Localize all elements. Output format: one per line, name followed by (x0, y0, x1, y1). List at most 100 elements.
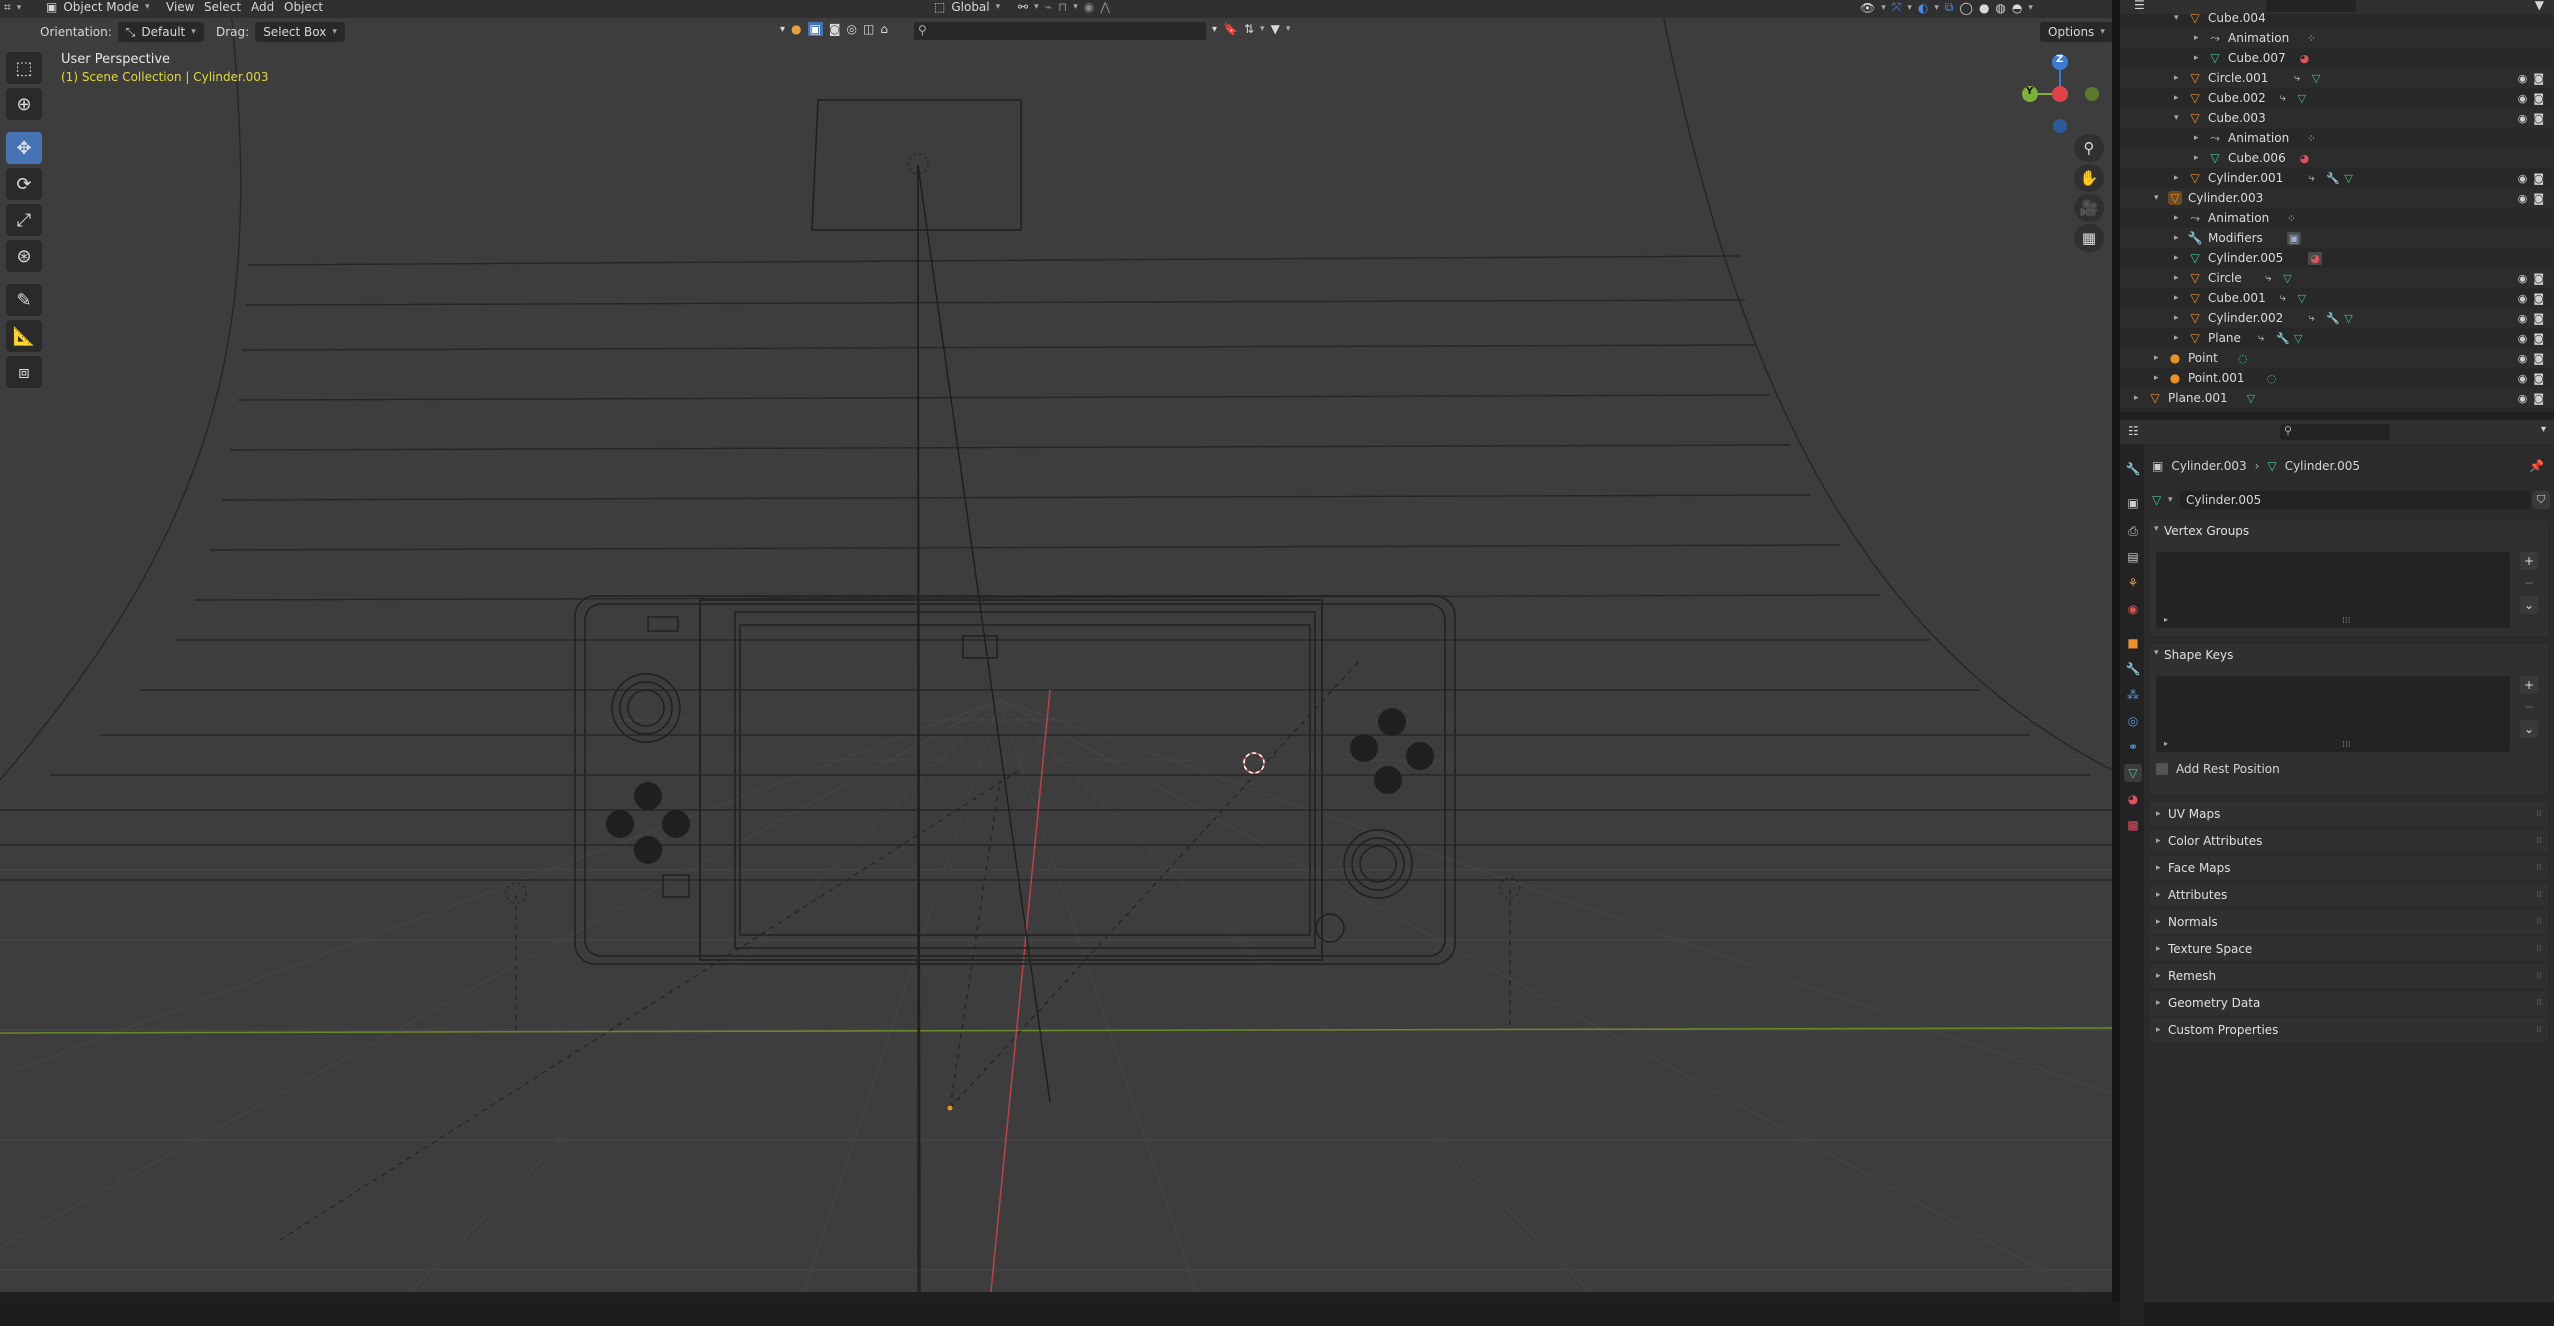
visibility-render-toggles[interactable]: ◉◙ (2518, 172, 2550, 185)
measure-tool[interactable]: 📐 (6, 320, 42, 352)
outliner-item-label[interactable]: Circle.001 (2208, 71, 2268, 85)
outliner-row[interactable]: ▸ ▽ Plane.001 ▽ ◉◙ (2120, 388, 2554, 408)
tool-tab[interactable]: 🔧 (2124, 460, 2142, 478)
pivot-snap-tools[interactable]: ⚯ ▾ ⌁ ⊓ ▾ ◉ ⋀ (1018, 0, 1110, 14)
eye-icon[interactable]: ◉ (2518, 72, 2534, 85)
outliner-row[interactable]: ▸ ● Point ◌ ◉◙ (2120, 348, 2554, 368)
outliner-filter-buttons[interactable]: ▾ 🔖 ⇅ ▾ ▼ ▾ (1212, 22, 1290, 36)
outliner-row[interactable]: ▸ ● Point.001 ◌ ◉◙ (2120, 368, 2554, 388)
outliner-item-label[interactable]: Animation (2228, 31, 2289, 45)
area-splitter[interactable] (2112, 0, 2120, 1302)
menu-view[interactable]: View (166, 0, 194, 14)
cursor-tool[interactable]: ⊕ (6, 88, 42, 120)
eye-icon[interactable]: ◉ (2518, 292, 2534, 305)
expand-arrow-icon[interactable]: ▸ (2174, 313, 2179, 323)
data-tab[interactable]: ▽ (2124, 764, 2142, 782)
visibility-render-toggles[interactable]: ◉◙ (2518, 92, 2550, 105)
camera-render-icon[interactable]: ◙ (2533, 172, 2550, 185)
viewport-search-input[interactable]: ⚲ (914, 22, 1206, 40)
eye-icon[interactable]: ◉ (2518, 272, 2534, 285)
outliner-item-label[interactable]: Plane.001 (2168, 391, 2228, 405)
eye-icon[interactable]: ◉ (2518, 372, 2534, 385)
menu-object[interactable]: Object (284, 0, 323, 14)
camera-view-button[interactable]: 🎥 (2074, 194, 2104, 222)
outliner-row[interactable]: ▸ ▽ Cube.001 ⤷ ▽ ◉◙ (2120, 288, 2554, 308)
vertex-groups-list[interactable]: ▸ ⁞⁞⁞ (2156, 552, 2510, 628)
orientation-dropdown[interactable]: ⤡ Default ▾ (117, 22, 204, 42)
panel-normals[interactable]: ▸ Normals ⁞⁞ (2150, 910, 2548, 934)
expand-arrow-icon[interactable]: ▸ (2174, 333, 2179, 343)
camera-render-icon[interactable]: ◙ (2533, 292, 2550, 305)
camera-render-icon[interactable]: ◙ (2533, 112, 2550, 125)
mode-dropdown[interactable]: ▣ Object Mode ▾ (46, 0, 149, 14)
expand-arrow-icon[interactable]: ▸ (2134, 393, 2139, 403)
outliner-item-label[interactable]: Point (2188, 351, 2218, 365)
panel-expand-icon[interactable]: ▾ (2154, 648, 2159, 658)
constraints-tab[interactable]: ⚭ (2124, 738, 2142, 756)
expand-arrow-icon[interactable]: ▸ (2174, 173, 2179, 183)
editor-type-button[interactable]: ⌗ ▾ (4, 0, 21, 15)
visibility-render-toggles[interactable]: ◉◙ (2518, 372, 2550, 385)
panel-custom-properties[interactable]: ▸ Custom Properties ⁞⁞ (2150, 1018, 2548, 1042)
add-vertex-group-button[interactable]: + (2520, 552, 2538, 570)
visibility-render-toggles[interactable]: ◉◙ (2518, 272, 2550, 285)
camera-render-icon[interactable]: ◙ (2533, 372, 2550, 385)
visibility-render-toggles[interactable]: ◉◙ (2518, 72, 2550, 85)
outliner-item-label[interactable]: Circle (2208, 271, 2242, 285)
panel-geometry-data[interactable]: ▸ Geometry Data ⁞⁞ (2150, 991, 2548, 1015)
transform-orientation-dropdown[interactable]: ⬚ Global ▾ (934, 0, 1000, 14)
eye-icon[interactable]: ◉ (2518, 332, 2534, 345)
outliner-row[interactable]: ▸ 🔧 Modifiers ▣ (2120, 228, 2554, 248)
outliner-row[interactable]: ▸ ▽ Cylinder.005 ◕ (2120, 248, 2554, 268)
outliner-row[interactable]: ▸ ▽ Cube.002 ⤷ ▽ ◉◙ (2120, 88, 2554, 108)
viewport-display-tools[interactable]: 👁 ▾ ⤧ ▾ ◐ ▾ ⧉ ◯ ● ◍ ◓ ▾ (1860, 0, 2033, 15)
outliner-item-label[interactable]: Point.001 (2188, 371, 2245, 385)
eye-icon[interactable]: ◉ (2518, 312, 2534, 325)
outliner-row[interactable]: ▾ ▽ Cube.003 ◉◙ (2120, 108, 2554, 128)
physics-tab[interactable]: ◎ (2124, 712, 2142, 730)
outliner-item-label[interactable]: Animation (2208, 211, 2269, 225)
outliner-item-label[interactable]: Cube.001 (2208, 291, 2266, 305)
panel-expand-icon[interactable]: ▾ (2154, 524, 2159, 534)
camera-render-icon[interactable]: ◙ (2533, 392, 2550, 405)
list-filter-icon[interactable]: ▸ (2164, 615, 2168, 624)
panel-face-maps[interactable]: ▸ Face Maps ⁞⁞ (2150, 856, 2548, 880)
remove-vertex-group-button[interactable]: − (2520, 574, 2538, 592)
drag-handle-icon[interactable]: ⁞⁞ (2536, 836, 2542, 846)
outliner-item-label[interactable]: Cylinder.001 (2208, 171, 2283, 185)
outliner-item-label[interactable]: Cube.007 (2228, 51, 2286, 65)
menu-select[interactable]: Select (204, 0, 241, 14)
properties-search-input[interactable]: ⚲ (2280, 424, 2390, 440)
move-tool[interactable]: ✥ (6, 132, 42, 164)
outliner-row[interactable]: ▸ ⤳ Animation ⁘ (2120, 128, 2554, 148)
output-tab[interactable]: ⎙ (2124, 522, 2142, 540)
visibility-render-toggles[interactable]: ◉◙ (2518, 192, 2550, 205)
ortho-toggle-button[interactable]: ▦ (2074, 224, 2104, 252)
drag-handle-icon[interactable]: ⁞⁞ (2536, 917, 2542, 927)
list-resize-icon[interactable]: ⁞⁞⁞ (2342, 616, 2351, 626)
eye-icon[interactable]: ◉ (2518, 192, 2534, 205)
rotate-tool[interactable]: ⟳ (6, 168, 42, 200)
zoom-button[interactable]: ⚲ (2074, 134, 2104, 162)
remove-shape-key-button[interactable]: − (2520, 698, 2538, 716)
drag-handle-icon[interactable]: ⁞⁞ (2536, 890, 2542, 900)
vertex-group-menu-button[interactable]: ⌄ (2520, 596, 2538, 614)
data-name-field[interactable]: Cylinder.005 (2180, 491, 2530, 509)
outliner-item-label[interactable]: Animation (2228, 131, 2289, 145)
panel-texture-space[interactable]: ▸ Texture Space ⁞⁞ (2150, 937, 2548, 961)
visibility-render-toggles[interactable]: ◉◙ (2518, 352, 2550, 365)
shape-key-menu-button[interactable]: ⌄ (2520, 720, 2538, 738)
fake-user-shield-icon[interactable]: ⛉ (2532, 491, 2550, 509)
scene-tab[interactable]: ⚘ (2124, 574, 2142, 592)
outliner-item-label[interactable]: Cylinder.005 (2208, 251, 2283, 265)
annotate-tool[interactable]: ✎ (6, 284, 42, 316)
view-layer-tab[interactable]: ▤ (2124, 548, 2142, 566)
expand-arrow-icon[interactable]: ▸ (2154, 373, 2159, 383)
camera-render-icon[interactable]: ◙ (2533, 72, 2550, 85)
render-tab[interactable]: ▣ (2124, 494, 2142, 512)
expand-arrow-icon[interactable]: ▸ (2174, 233, 2179, 243)
outliner-divider[interactable] (2120, 412, 2554, 420)
expand-arrow-icon[interactable]: ▸ (2194, 133, 2199, 143)
camera-render-icon[interactable]: ◙ (2533, 192, 2550, 205)
world-tab[interactable]: ◉ (2124, 600, 2142, 618)
